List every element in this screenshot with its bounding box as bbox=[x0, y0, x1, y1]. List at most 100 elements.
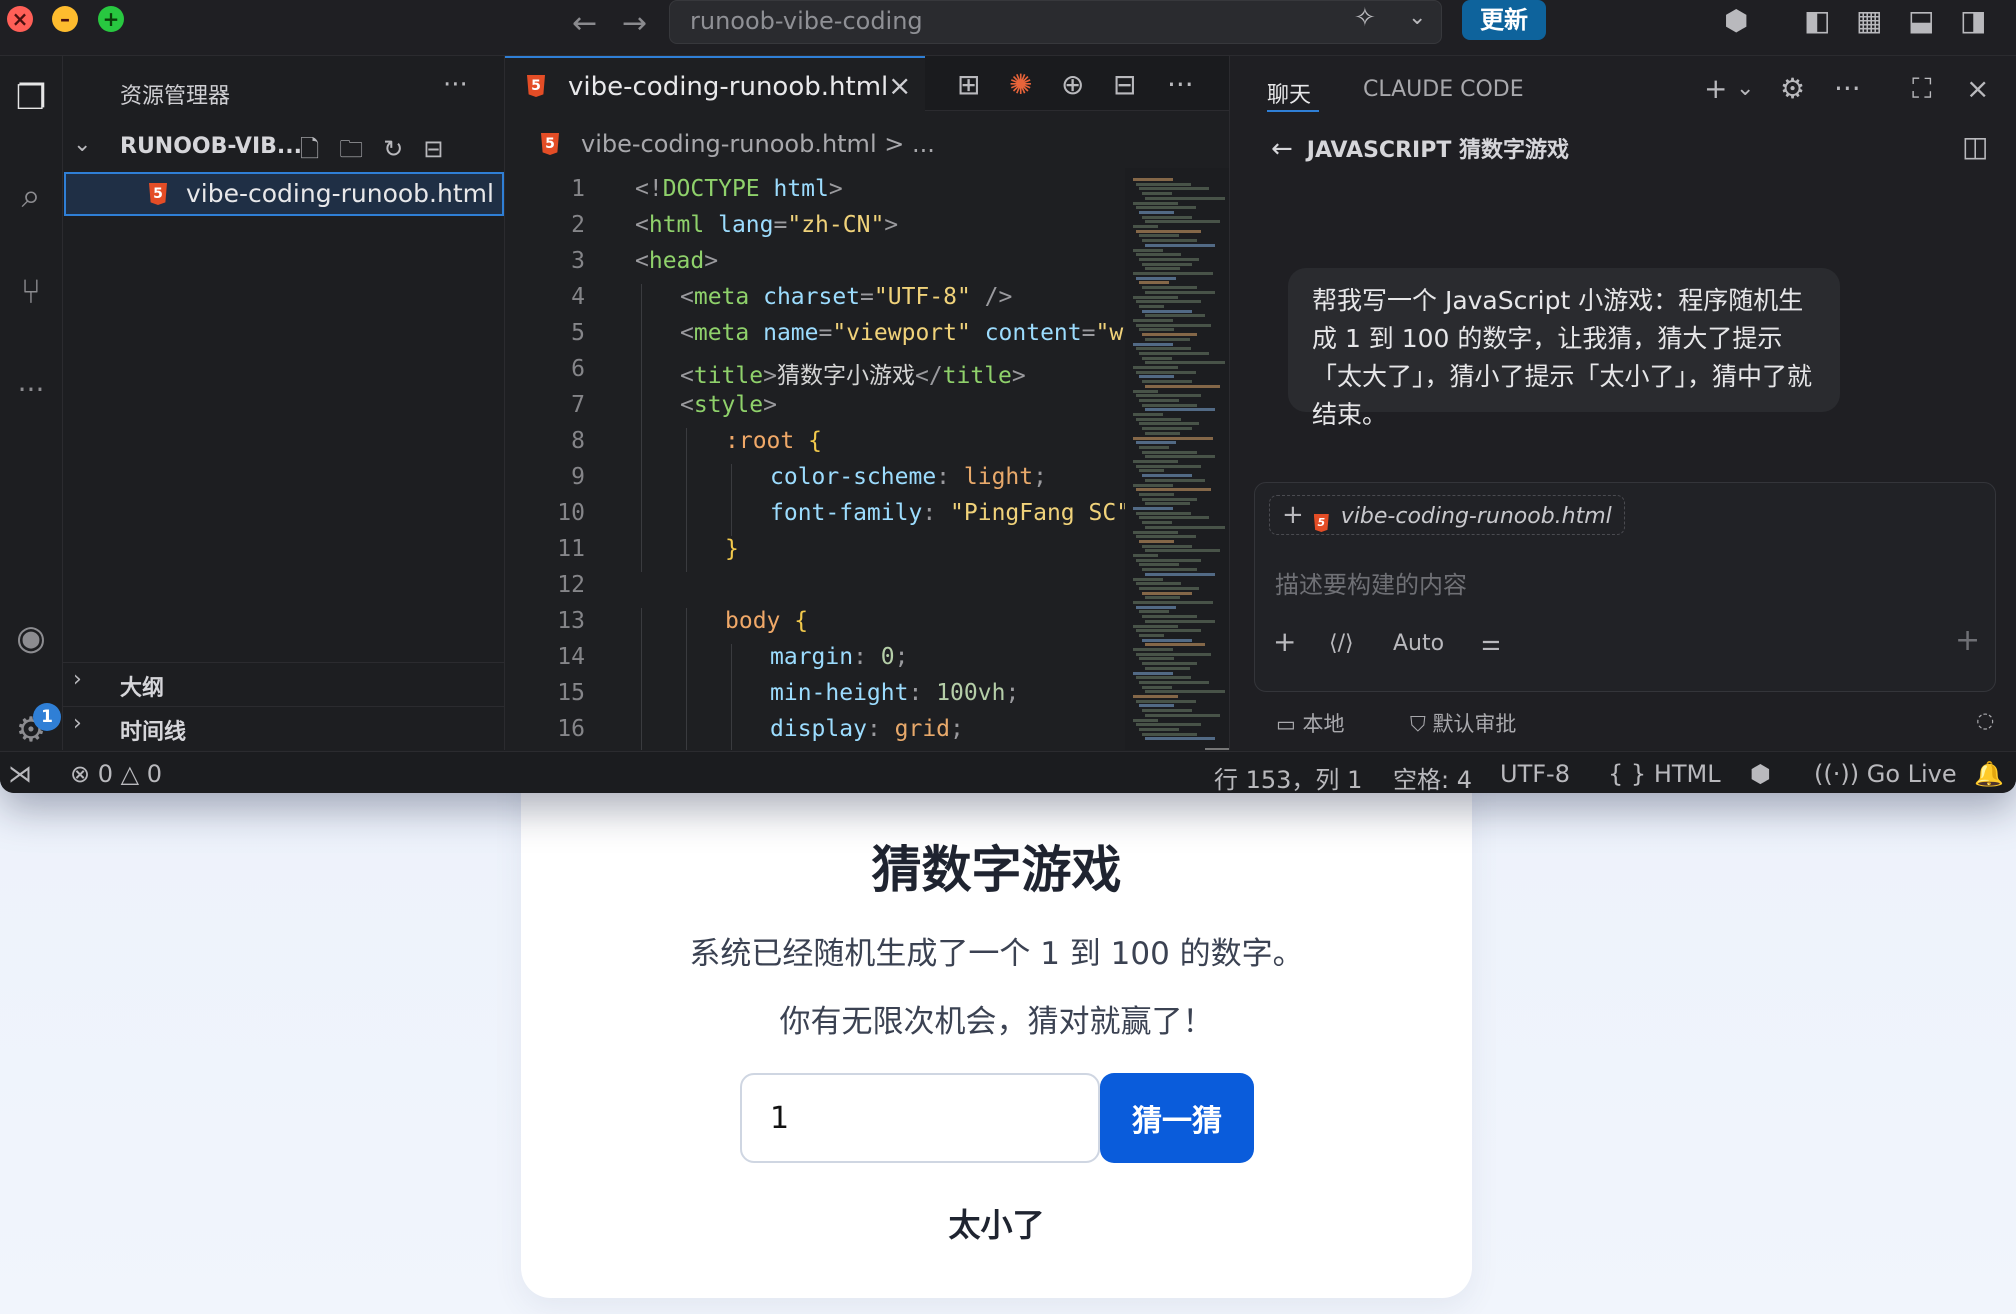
forward-arrow-icon[interactable]: → bbox=[622, 6, 647, 41]
more-actions-icon[interactable]: ··· bbox=[1167, 68, 1194, 101]
more-actions-icon[interactable]: ··· bbox=[443, 70, 468, 100]
minimap-line bbox=[1145, 478, 1205, 482]
agent-mode-icon[interactable]: ⟨/⟩ bbox=[1329, 631, 1354, 656]
toggle-secondary-sidebar-icon[interactable]: ◨ bbox=[1960, 4, 1986, 37]
encoding[interactable]: UTF-8 bbox=[1500, 760, 1570, 788]
guess-button[interactable]: 猜一猜 bbox=[1100, 1073, 1254, 1163]
guess-input[interactable] bbox=[740, 1073, 1100, 1163]
customize-layout-icon[interactable]: ▦ bbox=[1856, 4, 1882, 37]
new-chat-icon[interactable]: + bbox=[1704, 72, 1727, 105]
editor-tab[interactable]: 5 vibe-coding-runoob.html × bbox=[505, 56, 925, 112]
code-line[interactable]: 12 bbox=[505, 572, 1125, 608]
code-token: < bbox=[680, 362, 694, 389]
tab-chat[interactable]: 聊天 bbox=[1267, 77, 1311, 109]
model-picker[interactable]: Auto bbox=[1393, 631, 1444, 656]
settings-gear-icon[interactable]: ⚙ bbox=[1780, 72, 1805, 105]
minimize-icon: – bbox=[60, 7, 70, 31]
chat-input-box[interactable]: +5 vibe-coding-runoob.html 描述要构建的内容 + ⟨/⟩… bbox=[1254, 482, 1996, 692]
chevron-down-icon[interactable]: ⌄ bbox=[1736, 76, 1754, 101]
code-line[interactable]: 4 <meta charset="UTF-8" /> bbox=[505, 283, 1125, 320]
problems-indicator[interactable]: ⊗ 0 △ 0 bbox=[70, 760, 162, 788]
remote-indicator-icon[interactable]: ⋊ bbox=[8, 760, 32, 788]
update-button[interactable]: 更新 bbox=[1462, 0, 1546, 40]
timeline-section[interactable]: › 时间线 bbox=[63, 706, 504, 747]
code-line[interactable]: 14 margin: 0; bbox=[505, 643, 1125, 680]
collapse-all-icon[interactable]: ⊟ bbox=[423, 135, 463, 163]
new-folder-icon[interactable]: 🗀 bbox=[339, 135, 383, 163]
window-minimize-button[interactable]: – bbox=[52, 6, 78, 32]
code-line[interactable]: 6 <title>猜数字小游戏</title> bbox=[505, 355, 1125, 392]
minimap[interactable] bbox=[1125, 168, 1229, 750]
code-line[interactable]: 9 color-scheme: light; bbox=[505, 463, 1125, 500]
braces-icon: { } bbox=[1608, 760, 1647, 788]
add-icon[interactable]: + bbox=[1273, 625, 1296, 658]
close-panel-icon[interactable]: × bbox=[1966, 72, 1989, 105]
code-line[interactable]: 3 <head> bbox=[505, 248, 1125, 284]
session-target[interactable]: ▭ 本地 bbox=[1276, 708, 1345, 738]
maximize-panel-icon[interactable]: ⛶ bbox=[1912, 72, 1932, 106]
language-mode[interactable]: { } HTML bbox=[1608, 760, 1721, 788]
approval-mode[interactable]: ⛉ 默认审批 bbox=[1410, 708, 1516, 738]
search-icon[interactable]: ⌕ bbox=[9, 174, 53, 218]
more-actions-icon[interactable]: ··· bbox=[1834, 72, 1861, 105]
back-arrow-icon[interactable]: ← bbox=[572, 6, 597, 41]
globe-preview-icon[interactable]: ⊕ bbox=[1061, 68, 1084, 101]
window-close-button[interactable]: × bbox=[7, 6, 33, 32]
more-views-icon[interactable]: ··· bbox=[9, 368, 53, 412]
chevron-down-icon[interactable]: ⌄ bbox=[1408, 5, 1426, 30]
go-live-button[interactable]: ((·)) Go Live bbox=[1814, 760, 1957, 788]
tab-claude-code[interactable]: CLAUDE CODE bbox=[1363, 77, 1524, 102]
open-changes-icon[interactable]: ⊞ bbox=[957, 68, 980, 101]
code-line[interactable]: 5 <meta name="viewport" content="w bbox=[505, 319, 1125, 356]
claude-icon[interactable]: ✺ bbox=[1009, 68, 1032, 101]
window-maximize-button[interactable]: + bbox=[98, 6, 124, 32]
context-file-chip[interactable]: +5 vibe-coding-runoob.html bbox=[1269, 495, 1625, 535]
code-line[interactable]: 11} bbox=[505, 535, 1125, 572]
toggle-sessions-icon[interactable]: ◫ bbox=[1962, 130, 1988, 163]
explorer-icon[interactable]: ❐ bbox=[9, 76, 53, 120]
add-context-icon[interactable]: + bbox=[1282, 500, 1304, 530]
split-editor-icon[interactable]: ⊟ bbox=[1113, 68, 1136, 101]
toggle-primary-sidebar-icon[interactable]: ◧ bbox=[1804, 4, 1830, 37]
html-file-icon: 5 bbox=[527, 75, 545, 97]
account-icon[interactable]: ◉ bbox=[9, 616, 53, 660]
game-hint: 你有无限次机会，猜对就赢了！ bbox=[779, 1004, 1214, 1040]
code-token: } bbox=[725, 535, 739, 562]
command-center-search[interactable]: runoob-vibe-coding ✧ ⌄ bbox=[669, 0, 1442, 44]
code-line[interactable]: 1 <!DOCTYPE html> bbox=[505, 176, 1125, 212]
send-icon[interactable]: + bbox=[1955, 623, 1980, 658]
code-editor[interactable]: 1 <!DOCTYPE html> 2 <html lang="zh-CN"> 3 <he… bbox=[505, 168, 1125, 750]
code-token: html bbox=[759, 176, 829, 202]
refresh-icon[interactable]: ↻ bbox=[383, 135, 423, 163]
configure-tools-icon[interactable]: ⚌ bbox=[1481, 631, 1501, 656]
copilot-status-icon[interactable]: ⬢ bbox=[1750, 760, 1771, 788]
copilot-icon[interactable]: ⬢ bbox=[1724, 4, 1748, 37]
chat-sparkle-icon[interactable]: ✧ bbox=[1354, 3, 1376, 33]
cursor-position[interactable]: 行 153，列 1 bbox=[1214, 760, 1362, 793]
code-line[interactable]: 7 <style> bbox=[505, 391, 1125, 428]
code-line[interactable]: 10 font-family: "PingFang SC", bbox=[505, 499, 1125, 536]
indentation[interactable]: 空格: 4 bbox=[1393, 760, 1472, 793]
minimap-line bbox=[1145, 220, 1220, 224]
toggle-panel-icon[interactable]: ⬓ bbox=[1908, 4, 1934, 37]
workspace-folder[interactable]: ⌄ RUNOOB-VIB... 🗋🗀↻⊟ bbox=[63, 128, 504, 168]
code-line[interactable]: 15 min-height: 100vh; bbox=[505, 679, 1125, 716]
close-tab-icon[interactable]: × bbox=[888, 69, 911, 102]
minimap-slider[interactable] bbox=[1205, 748, 1229, 750]
file-item[interactable]: 5 vibe-coding-runoob.html bbox=[64, 172, 504, 216]
minimap-line bbox=[1133, 201, 1178, 205]
explorer-panel: 资源管理器 ··· ⌄ RUNOOB-VIB... 🗋🗀↻⊟ 5 vibe-co… bbox=[63, 56, 505, 750]
new-file-icon[interactable]: 🗋 bbox=[300, 135, 339, 163]
notifications-bell-icon[interactable]: 🔔 bbox=[1974, 760, 2004, 788]
code-text: :root { bbox=[725, 428, 822, 454]
code-line[interactable]: 13 body { bbox=[505, 607, 1125, 644]
back-arrow-icon[interactable]: ← bbox=[1271, 134, 1293, 164]
code-line[interactable]: 8:root { bbox=[505, 427, 1125, 464]
chat-input-placeholder[interactable]: 描述要构建的内容 bbox=[1275, 565, 1467, 600]
code-line[interactable]: 2 <html lang="zh-CN"> bbox=[505, 212, 1125, 248]
code-line[interactable]: 16 display: grid; bbox=[505, 715, 1125, 750]
code-text: <style> bbox=[680, 392, 777, 418]
code-token: { bbox=[780, 607, 809, 634]
outline-section[interactable]: › 大纲 bbox=[63, 662, 504, 703]
source-control-icon[interactable]: ⑂ bbox=[9, 270, 53, 314]
